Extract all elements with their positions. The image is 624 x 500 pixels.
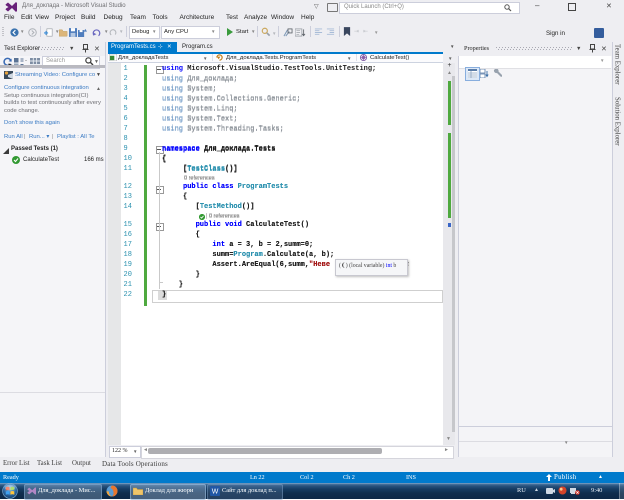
- svg-text:W: W: [212, 489, 219, 496]
